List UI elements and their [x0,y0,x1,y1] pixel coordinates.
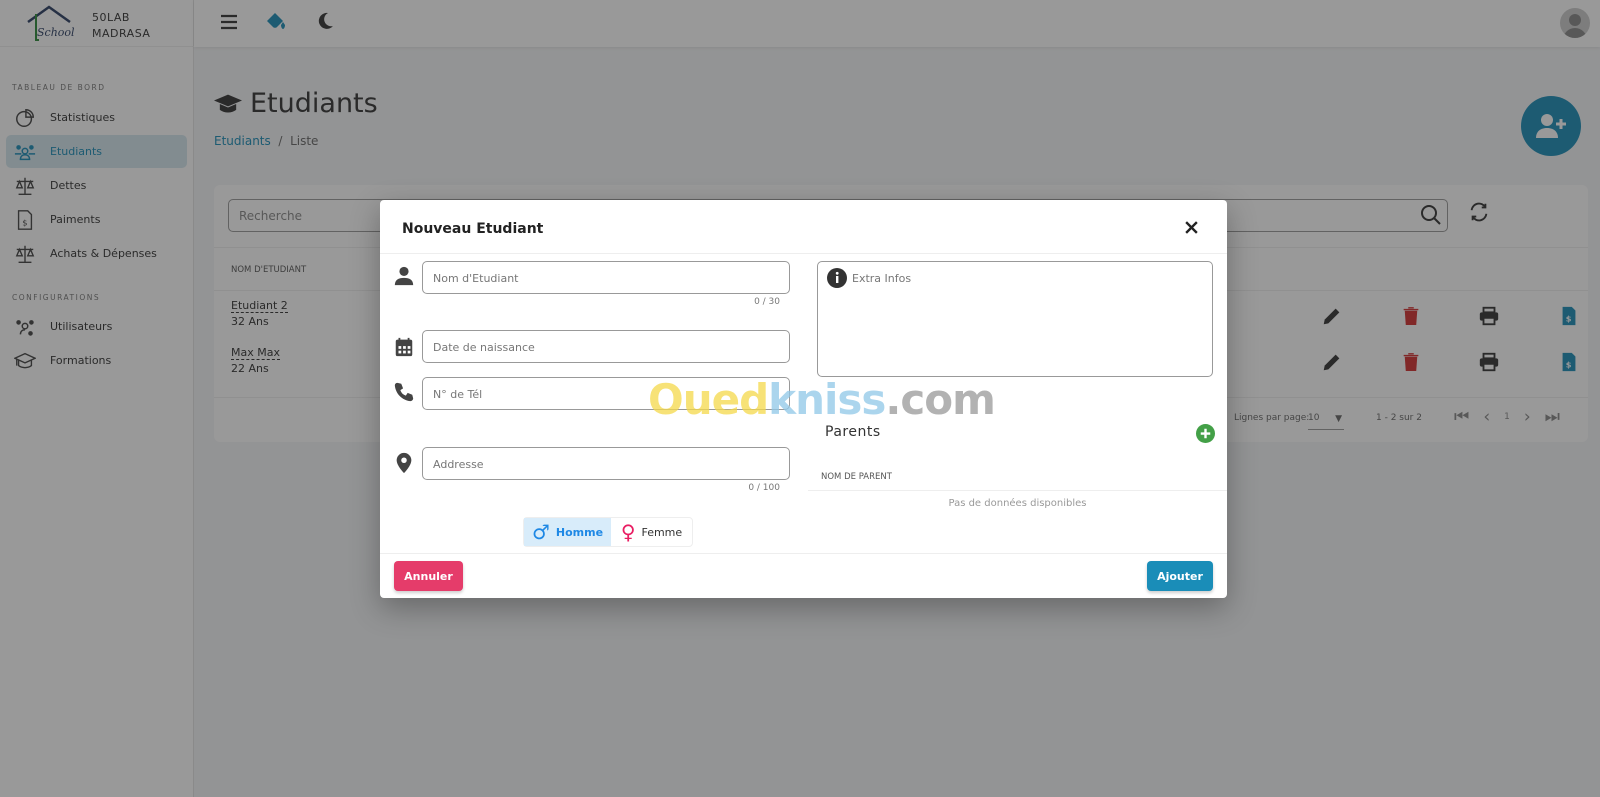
user-icon [394,266,414,286]
gender-male-button[interactable]: ♂ Homme [524,518,611,546]
wm-part2: kniss [768,375,886,424]
address-counter: 0 / 100 [748,483,780,493]
male-label: Homme [555,525,604,539]
calendar-icon [395,337,413,357]
watermark: Ouedkniss.com [648,375,996,424]
parents-empty-text: Pas de données disponibles [948,498,1087,509]
female-label: Femme [641,525,683,539]
gender-toggle: ♂ Homme ♀ Femme [523,517,693,547]
dialog-title: Nouveau Etudiant [402,221,544,237]
submit-button[interactable]: Ajouter [1147,561,1213,591]
wm-part1: Oued [648,375,769,424]
student-name-input[interactable]: Nom d'Etudiant [422,261,790,294]
parents-title: Parents [825,424,881,440]
male-icon: ♂ [531,520,550,544]
female-icon: ♀ [620,520,636,544]
parents-column-header: NOM DE PARENT [821,472,892,482]
address-input[interactable]: Addresse [422,447,790,480]
map-marker-icon [396,452,412,474]
add-parent-icon[interactable] [1196,424,1215,443]
name-counter: 0 / 30 [754,297,780,307]
phone-icon [394,382,414,402]
birthdate-input[interactable]: Date de naissance [422,330,790,363]
wm-part3: .com [885,375,995,424]
extra-infos-textarea[interactable]: Extra Infos [817,261,1213,377]
cancel-button[interactable]: Annuler [394,561,463,591]
gender-female-button[interactable]: ♀ Femme [611,518,692,546]
close-icon[interactable] [1184,220,1199,235]
info-icon [827,268,847,288]
